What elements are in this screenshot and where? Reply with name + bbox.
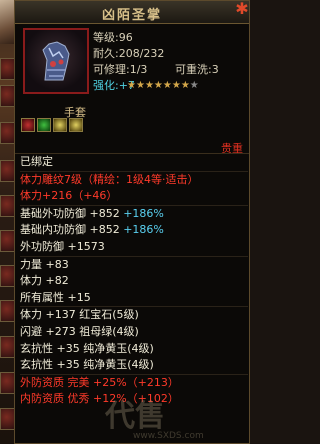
red-gem-icon[interactable] <box>21 118 35 132</box>
star-icon: ★ <box>144 80 154 91</box>
property-list: 已绑定 体力雕纹7级（精绘：1级4等·适击） 体力+216（+46） 基础外功防… <box>20 154 248 408</box>
rewashable-value: 3 <box>211 63 219 76</box>
enhance-label: 强化: <box>93 79 119 92</box>
rewash-line: 可重洗:3 <box>175 61 219 77</box>
close-x-icon[interactable]: ✱ <box>231 0 253 20</box>
item-icon-frame <box>23 28 89 94</box>
rewashable-label: 可重洗: <box>175 63 212 76</box>
property-row: 基础外功防御 +852 +186% <box>20 204 248 223</box>
level-value: 96 <box>118 31 133 44</box>
durability-line: 耐久:208/232 <box>93 45 164 61</box>
green-gem-icon[interactable] <box>37 118 51 132</box>
gold-gem-icon[interactable] <box>53 118 67 132</box>
star-icon: ★ <box>162 80 172 91</box>
durability-label: 耐久: <box>93 47 119 60</box>
durability-value: 208/232 <box>118 47 165 60</box>
level-label: 等级: <box>93 31 119 44</box>
star-icon: ★ <box>180 80 190 91</box>
property-row: 玄抗性 +35 纯净黄玉(4级) <box>20 358 154 372</box>
property-row: 体力 +82 <box>20 274 69 288</box>
property-row: 力量 +83 <box>20 255 248 274</box>
repair-line: 可修理:1/3 <box>93 61 147 77</box>
star-icon: ★ <box>171 80 181 91</box>
star-icon: ★ <box>127 80 136 91</box>
property-row: 外防资质 完美 +25%（+213） <box>20 373 248 392</box>
property-text: 基础内功防御 +852 <box>20 223 120 237</box>
title-bar: 凶陌圣掌 <box>15 1 249 24</box>
item-tooltip-panel: 凶陌圣掌 ✱ 等级:96 耐久:208/232 可修理:1/3 可重洗:3 强化… <box>14 0 250 444</box>
level-line: 等级:96 <box>93 29 133 45</box>
property-bonus: +186% <box>123 223 164 237</box>
property-row: 体力+216（+46） <box>20 189 118 203</box>
gold-gem-icon[interactable] <box>69 118 83 132</box>
property-row: 闪避 +273 祖母绿(4级) <box>20 324 139 338</box>
star-icon: ★ <box>135 80 145 91</box>
property-row: 基础内功防御 +852 +186% <box>20 222 248 239</box>
star-icon: ★ <box>153 80 163 91</box>
property-row: 玄抗性 +35 纯净黄玉(4级) <box>20 341 154 355</box>
property-row: 外功防御 +1573 <box>20 239 105 253</box>
repairable-label: 可修理: <box>93 63 130 76</box>
property-row: 所有属性 +15 <box>20 290 91 304</box>
gem-sockets <box>21 118 85 132</box>
property-row: 已绑定 <box>20 155 53 168</box>
star-rating: ★★★★★★★★ <box>127 80 199 91</box>
star-empty-icon: ★ <box>189 80 199 91</box>
property-row: 体力 +137 红宝石(5级) <box>20 306 248 324</box>
item-title: 凶陌圣掌 <box>101 8 162 23</box>
watermark-site: www.SXDS.com <box>133 431 204 441</box>
property-text: 基础外功防御 +852 <box>20 206 120 220</box>
gauntlet-icon <box>42 41 70 81</box>
property-bonus: +186% <box>123 206 164 220</box>
repairable-value: 1/3 <box>129 63 148 76</box>
property-row: 体力雕纹7级（精绘：1级4等·适击） <box>20 170 248 189</box>
